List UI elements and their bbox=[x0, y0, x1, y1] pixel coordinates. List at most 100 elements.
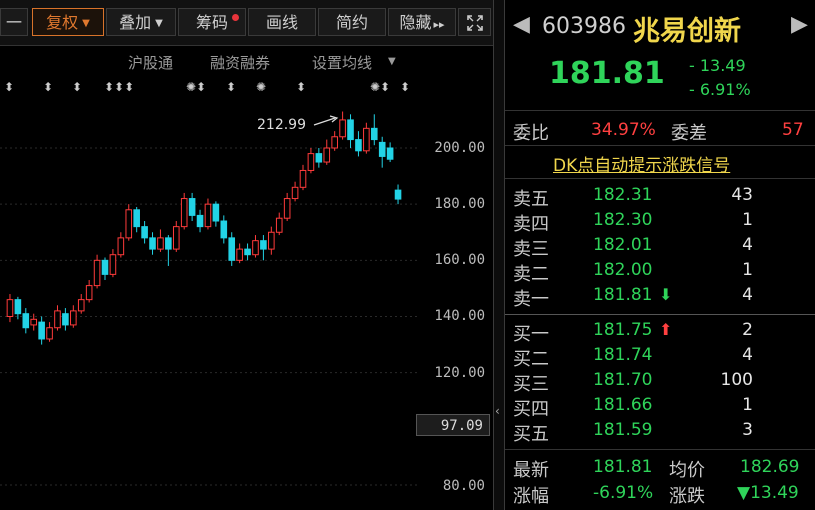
candle[interactable] bbox=[101, 257, 109, 280]
candle[interactable] bbox=[244, 243, 251, 261]
junxian-dropdown[interactable]: 设置均线 bbox=[312, 52, 372, 73]
huaxian-button[interactable]: 画线 bbox=[248, 8, 316, 36]
candle[interactable] bbox=[85, 279, 93, 303]
candle[interactable] bbox=[141, 221, 148, 244]
candle[interactable] bbox=[307, 148, 315, 174]
bid-row[interactable]: 买一 181.75 ⬆ 2 bbox=[505, 320, 815, 345]
candle[interactable] bbox=[133, 206, 140, 233]
event-sun-icon[interactable]: ✺ bbox=[256, 80, 266, 94]
event-marker-icon[interactable]: ⬍ bbox=[296, 80, 306, 94]
event-marker-icon[interactable]: ⬍ bbox=[400, 80, 410, 94]
ask-row[interactable]: 卖一 181.81 ⬇ 4 bbox=[505, 285, 815, 310]
candle[interactable] bbox=[386, 142, 394, 163]
candle[interactable] bbox=[70, 305, 77, 328]
candle[interactable] bbox=[157, 229, 164, 252]
candle[interactable] bbox=[62, 308, 69, 331]
chevron-down-icon: ▼ bbox=[388, 56, 396, 67]
bid-row[interactable]: 买五 181.59 3 bbox=[505, 420, 815, 445]
candle[interactable] bbox=[77, 294, 85, 314]
candle[interactable] bbox=[46, 322, 53, 342]
candle[interactable] bbox=[291, 181, 299, 202]
expand-button[interactable] bbox=[458, 8, 491, 36]
rongzi-link[interactable]: 融资融券 bbox=[210, 52, 270, 73]
candle[interactable] bbox=[188, 192, 196, 222]
candle[interactable] bbox=[275, 212, 283, 236]
up-arrow-icon: ⬆ bbox=[659, 320, 673, 339]
candle[interactable] bbox=[220, 215, 228, 244]
candle[interactable] bbox=[299, 164, 307, 191]
candle[interactable] bbox=[252, 235, 259, 258]
ask-row[interactable]: 卖四 182.30 1 bbox=[505, 210, 815, 235]
candle[interactable] bbox=[93, 254, 101, 289]
candle[interactable] bbox=[38, 316, 45, 345]
collapse-arrow-icon[interactable]: ‹ bbox=[495, 404, 500, 418]
candle[interactable] bbox=[394, 184, 402, 205]
diejia-button[interactable]: 叠加 ▼ bbox=[106, 8, 176, 36]
candle[interactable] bbox=[54, 305, 61, 331]
stock-name: 兆易创新 bbox=[633, 16, 741, 47]
candle[interactable] bbox=[180, 192, 188, 230]
candle[interactable] bbox=[331, 131, 338, 151]
event-sun-icon[interactable]: ✺⬍ bbox=[370, 80, 390, 94]
prev-stock-icon[interactable]: ◀ bbox=[513, 12, 530, 37]
ask-row[interactable]: 卖二 182.00 1 bbox=[505, 260, 815, 285]
bid-row[interactable]: 买二 181.74 4 bbox=[505, 345, 815, 370]
candle[interactable] bbox=[370, 114, 378, 146]
yincang-button[interactable]: 隐藏 ▸▸ bbox=[388, 8, 456, 36]
candle[interactable] bbox=[283, 192, 291, 222]
candle[interactable] bbox=[236, 243, 243, 264]
candle[interactable] bbox=[268, 226, 275, 255]
fuquan-button[interactable]: 复权 ▼ bbox=[32, 8, 104, 36]
candle[interactable] bbox=[149, 232, 156, 255]
candle[interactable] bbox=[22, 308, 30, 334]
dk-signal-link[interactable]: DK点自动提示涨跌信号 bbox=[553, 151, 730, 176]
hugutong-link[interactable]: 沪股通 bbox=[128, 52, 173, 73]
price-change-pct: - 6.91% bbox=[689, 80, 751, 99]
candle[interactable] bbox=[260, 235, 267, 261]
zd-value: ▼13.49 bbox=[737, 483, 799, 503]
candle[interactable] bbox=[347, 114, 354, 148]
candle[interactable] bbox=[172, 221, 180, 252]
ask-price: 182.31 bbox=[593, 185, 653, 205]
candle[interactable] bbox=[339, 111, 346, 140]
candle[interactable] bbox=[363, 122, 370, 154]
event-marker-icon[interactable]: ⬍⬍⬍ bbox=[104, 80, 134, 94]
chouma-label: 筹码 bbox=[195, 13, 228, 32]
candle[interactable] bbox=[323, 139, 331, 165]
next-stock-icon[interactable]: ▶ bbox=[791, 12, 808, 37]
event-sun-icon[interactable]: ✺⬍ bbox=[186, 80, 206, 94]
ask-label: 卖二 bbox=[513, 264, 549, 285]
candle[interactable] bbox=[109, 249, 117, 278]
bid-price: 181.70 bbox=[593, 370, 653, 390]
ask-row[interactable]: 卖五 182.31 43 bbox=[505, 185, 815, 210]
candle[interactable] bbox=[6, 294, 14, 323]
candle[interactable] bbox=[196, 209, 204, 233]
event-marker-icon[interactable]: ⬍ bbox=[72, 80, 82, 94]
bid-row[interactable]: 买三 181.70 100 bbox=[505, 370, 815, 395]
candle[interactable] bbox=[212, 201, 220, 227]
panel-divider[interactable] bbox=[493, 0, 505, 510]
candle[interactable] bbox=[125, 204, 133, 241]
bid-row[interactable]: 买四 181.66 1 bbox=[505, 395, 815, 420]
candle[interactable] bbox=[165, 235, 172, 266]
candle[interactable] bbox=[355, 131, 362, 157]
expand-icon bbox=[466, 15, 483, 31]
candle[interactable] bbox=[14, 296, 22, 320]
candle[interactable] bbox=[315, 148, 323, 168]
double-arrow-icon: ▸▸ bbox=[433, 18, 445, 31]
candle[interactable] bbox=[117, 232, 125, 258]
latest-label: 最新 bbox=[513, 460, 549, 481]
candle[interactable] bbox=[378, 136, 386, 168]
candle[interactable] bbox=[228, 232, 236, 266]
period-button[interactable]: 一 bbox=[0, 8, 28, 36]
chouma-button[interactable]: 筹码 bbox=[178, 8, 246, 36]
candlestick-chart[interactable] bbox=[0, 100, 420, 510]
event-marker-icon[interactable]: ⬍ bbox=[226, 80, 236, 94]
jianyue-button[interactable]: 简约 bbox=[318, 8, 386, 36]
candle[interactable] bbox=[204, 198, 212, 230]
chevron-down-icon: ▼ bbox=[155, 18, 163, 29]
event-marker-icon[interactable]: ⬍ bbox=[4, 80, 14, 94]
ask-row[interactable]: 卖三 182.01 4 bbox=[505, 235, 815, 260]
diejia-label: 叠加 bbox=[119, 13, 152, 32]
event-marker-icon[interactable]: ⬍ bbox=[43, 80, 53, 94]
